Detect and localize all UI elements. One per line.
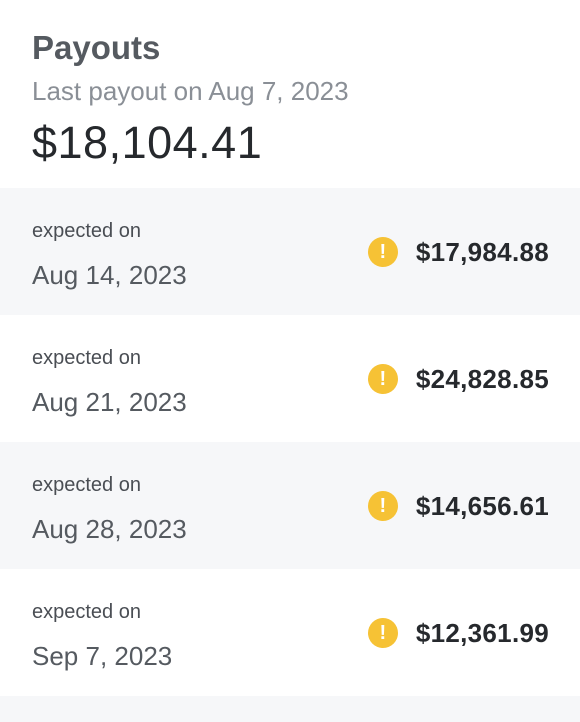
payout-row[interactable]: expected on Aug 28, 2023 ! $14,656.61 (0, 442, 580, 569)
expected-caption: expected on (32, 220, 141, 242)
payout-row[interactable]: expected on Aug 21, 2023 ! $24,828.85 (0, 315, 580, 442)
payout-amount: $14,656.61 (415, 490, 549, 521)
payout-row[interactable]: expected on Sep 7, 2023 ! $12,361.99 (0, 569, 580, 696)
warning-icon: ! (367, 237, 398, 267)
page-title: Payouts (32, 29, 161, 66)
payout-date: Sep 7, 2023 (32, 641, 173, 671)
payout-date: Aug 14, 2023 (32, 260, 187, 290)
warning-icon: ! (367, 364, 398, 394)
payout-amount: $12,361.99 (415, 617, 549, 648)
payout-date: Aug 21, 2023 (32, 387, 187, 417)
payout-list: expected on Aug 14, 2023 ! $17,984.88 ex… (0, 188, 580, 696)
expected-caption: expected on (32, 347, 141, 369)
expected-caption: expected on (32, 601, 141, 623)
last-payout-text: Last payout on Aug 7, 2023 (32, 76, 349, 106)
warning-icon: ! (367, 491, 398, 521)
warning-icon: ! (367, 618, 398, 648)
list-continuation (0, 696, 580, 722)
payout-amount: $17,984.88 (415, 236, 549, 267)
payout-row[interactable]: expected on Aug 14, 2023 ! $17,984.88 (0, 188, 580, 315)
payout-total: $18,104.41 (32, 117, 263, 168)
payouts-header: Payouts Last payout on Aug 7, 2023 $18,1… (0, 0, 580, 168)
payout-amount: $24,828.85 (415, 363, 549, 394)
expected-caption: expected on (32, 474, 141, 496)
payout-date: Aug 28, 2023 (32, 514, 187, 544)
